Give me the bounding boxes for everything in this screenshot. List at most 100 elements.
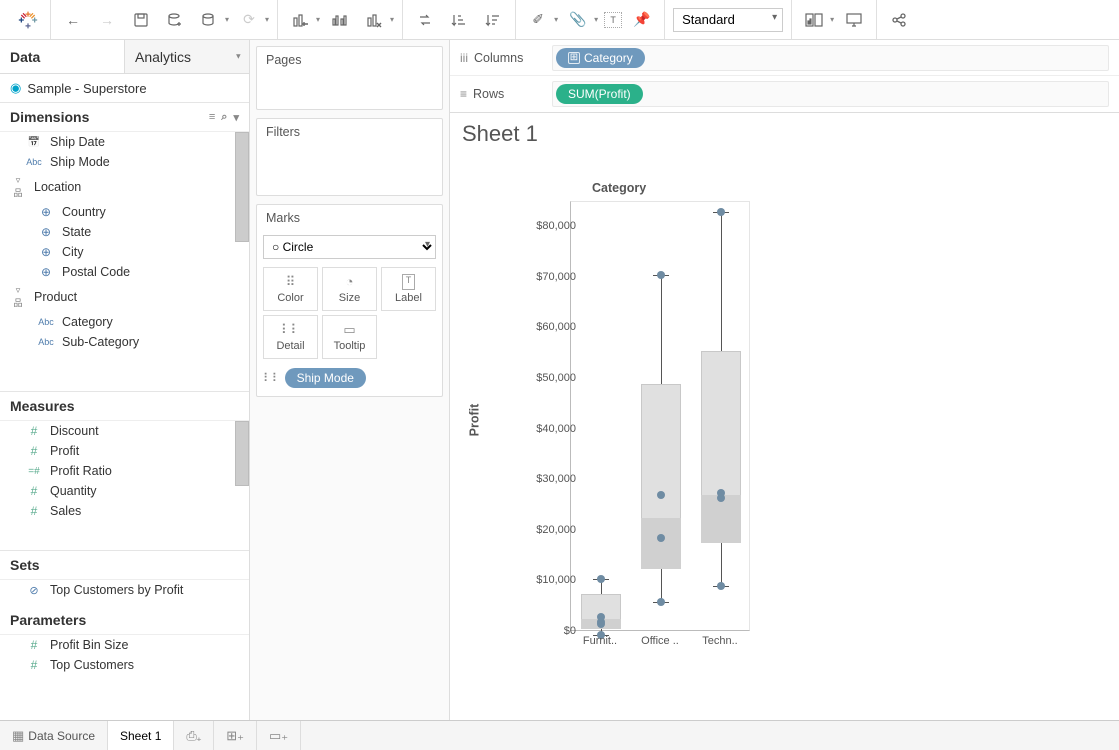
- pin-icon[interactable]: 📌: [628, 6, 656, 34]
- parameters-header: Parameters: [0, 606, 249, 635]
- hash-icon: [26, 638, 42, 652]
- set-icon: [26, 584, 42, 597]
- columns-shelf[interactable]: iiiColumns ⊞Category: [450, 40, 1119, 76]
- field-profit-bin-size[interactable]: Profit Bin Size: [0, 635, 249, 655]
- undo-icon[interactable]: ←: [59, 6, 87, 34]
- new-story-tab[interactable]: ▭₊: [257, 721, 301, 750]
- field-sub-category[interactable]: Sub-Category: [0, 332, 249, 352]
- field-ship-date[interactable]: Ship Date: [0, 132, 249, 152]
- caret-icon[interactable]: ▾: [554, 15, 558, 24]
- field-postal-code[interactable]: Postal Code: [0, 262, 249, 282]
- tab-analytics[interactable]: Analytics: [124, 40, 249, 73]
- mark-detail-pill-row: ⠇⠇ Ship Mode: [257, 363, 442, 396]
- tab-data[interactable]: Data: [0, 40, 124, 73]
- mark-size[interactable]: ◔Size: [322, 267, 377, 311]
- columns-pill-category[interactable]: ⊞Category: [556, 48, 645, 68]
- swap-icon[interactable]: [411, 6, 439, 34]
- data-point[interactable]: [717, 208, 725, 216]
- share-icon[interactable]: [885, 6, 913, 34]
- highlight-icon[interactable]: ✐: [524, 6, 552, 34]
- field-discount[interactable]: Discount: [0, 421, 249, 441]
- sort-desc-icon[interactable]: [479, 6, 507, 34]
- presentation-mode-icon[interactable]: [840, 6, 868, 34]
- tableau-logo-icon[interactable]: [14, 6, 42, 34]
- filters-shelf[interactable]: Filters: [256, 118, 443, 196]
- duplicate-sheet-icon[interactable]: [326, 6, 354, 34]
- fit-select[interactable]: [673, 8, 783, 32]
- rows-pill-profit[interactable]: SUM(Profit): [556, 84, 643, 104]
- viz-area: iiiColumns ⊞Category ≡Rows SUM(Profit) S…: [450, 40, 1119, 720]
- datasource-row[interactable]: ◉ Sample - Superstore: [0, 74, 249, 103]
- field-state[interactable]: State: [0, 222, 249, 242]
- field-location[interactable]: Location: [0, 172, 249, 202]
- field-ship-mode[interactable]: Ship Mode: [0, 152, 249, 172]
- new-datasource-icon[interactable]: [161, 6, 189, 34]
- data-pane: Data Analytics ◉ Sample - Superstore Dim…: [0, 40, 250, 720]
- mark-color[interactable]: ⠿Color: [263, 267, 318, 311]
- sheet-title[interactable]: Sheet 1: [462, 121, 1107, 147]
- field-quantity[interactable]: Quantity: [0, 481, 249, 501]
- shelves-column: Pages Filters Marks ○ Circle ⠿Color ◔Siz…: [250, 40, 450, 720]
- caret-icon[interactable]: ▾: [830, 15, 834, 24]
- data-point[interactable]: [657, 271, 665, 279]
- mark-pill-shipmode[interactable]: Ship Mode: [285, 368, 366, 388]
- caret-icon[interactable]: ▾: [316, 15, 320, 24]
- fit-select-input[interactable]: [673, 8, 783, 32]
- search-icon[interactable]: ⌕: [221, 111, 227, 124]
- field-top-customers[interactable]: Top Customers: [0, 655, 249, 675]
- parameters-list: Profit Bin SizeTop Customers: [0, 635, 249, 687]
- new-worksheet-icon[interactable]: [286, 6, 314, 34]
- y-tick: $60,000: [506, 321, 576, 333]
- save-icon[interactable]: [127, 6, 155, 34]
- caret-icon: ▾: [265, 15, 269, 24]
- rows-shelf[interactable]: ≡Rows SUM(Profit): [450, 76, 1119, 112]
- expand-icon[interactable]: ⊞: [568, 52, 580, 64]
- tab-data-source[interactable]: ▦Data Source: [0, 721, 108, 750]
- mark-label[interactable]: TLabel: [381, 267, 436, 311]
- new-dashboard-tab[interactable]: ⊞₊: [214, 721, 257, 750]
- show-hide-cards-icon[interactable]: [800, 6, 828, 34]
- pause-updates-icon[interactable]: [195, 6, 223, 34]
- clear-sheet-icon[interactable]: [360, 6, 388, 34]
- dimensions-header: Dimensions ≡⌕▾: [0, 103, 249, 132]
- data-point[interactable]: [597, 613, 605, 621]
- data-point[interactable]: [657, 598, 665, 606]
- y-tick: $50,000: [506, 372, 576, 384]
- refresh-icon[interactable]: ⟳: [235, 6, 263, 34]
- field-country[interactable]: Country: [0, 202, 249, 222]
- field-profit[interactable]: Profit: [0, 441, 249, 461]
- x-axis-title: Category: [592, 181, 646, 195]
- sets-header: Sets: [0, 551, 249, 580]
- caret-icon: ▾: [594, 15, 598, 24]
- view-icon[interactable]: ≡: [209, 111, 215, 124]
- labels-icon[interactable]: T: [604, 12, 622, 28]
- field-top-customers-by-profit[interactable]: Top Customers by Profit: [0, 580, 249, 600]
- data-point[interactable]: [597, 575, 605, 583]
- sort-asc-icon[interactable]: [445, 6, 473, 34]
- datasource-icon: ◉: [10, 80, 21, 96]
- new-dashboard-icon: ⊞₊: [226, 728, 244, 744]
- plot-area[interactable]: [570, 201, 750, 631]
- mark-tooltip[interactable]: ▭Tooltip: [322, 315, 377, 359]
- data-point[interactable]: [717, 582, 725, 590]
- pages-shelf[interactable]: Pages: [256, 46, 443, 110]
- mark-type-select[interactable]: ○ Circle: [263, 235, 436, 259]
- detail-icon: ⠇⠇: [281, 322, 300, 338]
- menu-caret-icon[interactable]: ▾: [233, 111, 239, 124]
- detail-icon[interactable]: ⠇⠇: [263, 371, 281, 385]
- columns-icon: iii: [460, 51, 468, 65]
- tab-sheet1[interactable]: Sheet 1: [108, 721, 174, 750]
- data-point[interactable]: [717, 489, 725, 497]
- group-icon[interactable]: 📎: [564, 6, 592, 34]
- field-profit-ratio[interactable]: Profit Ratio: [0, 461, 249, 481]
- abc-icon: [38, 317, 54, 328]
- new-worksheet-tab[interactable]: ⎙₊: [174, 721, 214, 750]
- field-city[interactable]: City: [0, 242, 249, 262]
- caret-icon[interactable]: ▾: [390, 15, 394, 24]
- field-category[interactable]: Category: [0, 312, 249, 332]
- caret-icon[interactable]: ▾: [225, 15, 229, 24]
- field-sales[interactable]: Sales: [0, 501, 249, 521]
- field-product[interactable]: Product: [0, 282, 249, 312]
- redo-icon[interactable]: →: [93, 6, 121, 34]
- mark-detail[interactable]: ⠇⠇Detail: [263, 315, 318, 359]
